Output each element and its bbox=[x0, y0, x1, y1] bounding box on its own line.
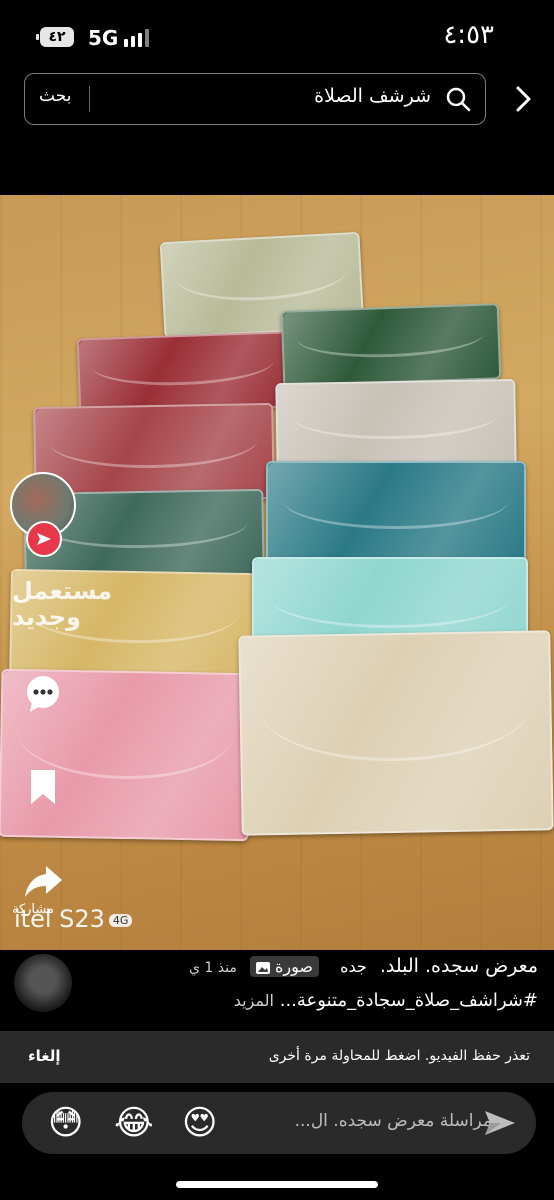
watermark: مستعمل وجديد bbox=[12, 577, 113, 631]
post-title[interactable]: معرض سجده. البلد. bbox=[380, 955, 538, 977]
prayer-mat bbox=[275, 378, 517, 472]
post-photo[interactable] bbox=[0, 195, 554, 950]
emoji-heart-eyes[interactable]: 😍 bbox=[182, 1104, 217, 1142]
bookmark-icon[interactable] bbox=[22, 766, 64, 808]
error-message[interactable]: تعذر حفظ الفيديو. اضغط للمحاولة مرة أخرى bbox=[269, 1048, 530, 1064]
share-icon[interactable] bbox=[22, 860, 64, 902]
prayer-mat bbox=[266, 461, 526, 565]
author-avatar[interactable] bbox=[14, 954, 72, 1012]
comment-icon[interactable] bbox=[22, 672, 64, 714]
status-time: ٤:٥٣ bbox=[443, 20, 494, 50]
post-city: جده bbox=[340, 957, 367, 976]
network-label: 5G bbox=[88, 26, 119, 50]
status-bar: ٤٢ 5G ٤:٥٣ bbox=[0, 0, 554, 70]
more-link[interactable]: المزيد bbox=[234, 991, 274, 1010]
follow-icon[interactable] bbox=[26, 521, 62, 557]
post-header: معرض سجده. البلد. جده صورة منذ 1 ي bbox=[189, 955, 538, 977]
prayer-mat bbox=[238, 630, 554, 836]
photo-tag: صورة bbox=[249, 956, 319, 977]
search-icon bbox=[446, 87, 471, 112]
prayer-mat bbox=[280, 303, 502, 387]
search-button[interactable]: بحث bbox=[39, 86, 71, 106]
time-ago: منذ 1 ي bbox=[188, 960, 237, 976]
emoji-flushed[interactable]: 😳 bbox=[48, 1104, 83, 1142]
prayer-mat bbox=[76, 331, 290, 415]
signal-icon bbox=[124, 29, 150, 47]
search-bar[interactable]: بحث شرشف الصلاة bbox=[24, 73, 486, 125]
image-icon bbox=[255, 961, 270, 974]
emoji-laughing[interactable]: 😂 bbox=[114, 1104, 154, 1142]
search-input[interactable]: شرشف الصلاة bbox=[314, 85, 431, 107]
cancel-button[interactable]: إلغاء bbox=[28, 1047, 61, 1065]
post-description[interactable]: #شراشف_صلاة_سجادة_متنوعة... المزيد bbox=[234, 990, 538, 1011]
hashtag[interactable]: #شراشف_صلاة_سجادة_متنوعة... bbox=[280, 990, 538, 1011]
send-icon[interactable] bbox=[483, 1108, 517, 1138]
home-indicator bbox=[176, 1181, 378, 1188]
chevron-right-icon[interactable] bbox=[510, 84, 536, 114]
message-input[interactable]: مراسلة معرض سجده. ال... bbox=[295, 1111, 492, 1131]
error-banner[interactable]: إلغاء تعذر حفظ الفيديو. اضغط للمحاولة مر… bbox=[0, 1031, 554, 1083]
divider bbox=[89, 86, 90, 112]
share-label: مشاركة bbox=[12, 902, 54, 917]
battery-icon: ٤٢ bbox=[36, 27, 74, 47]
